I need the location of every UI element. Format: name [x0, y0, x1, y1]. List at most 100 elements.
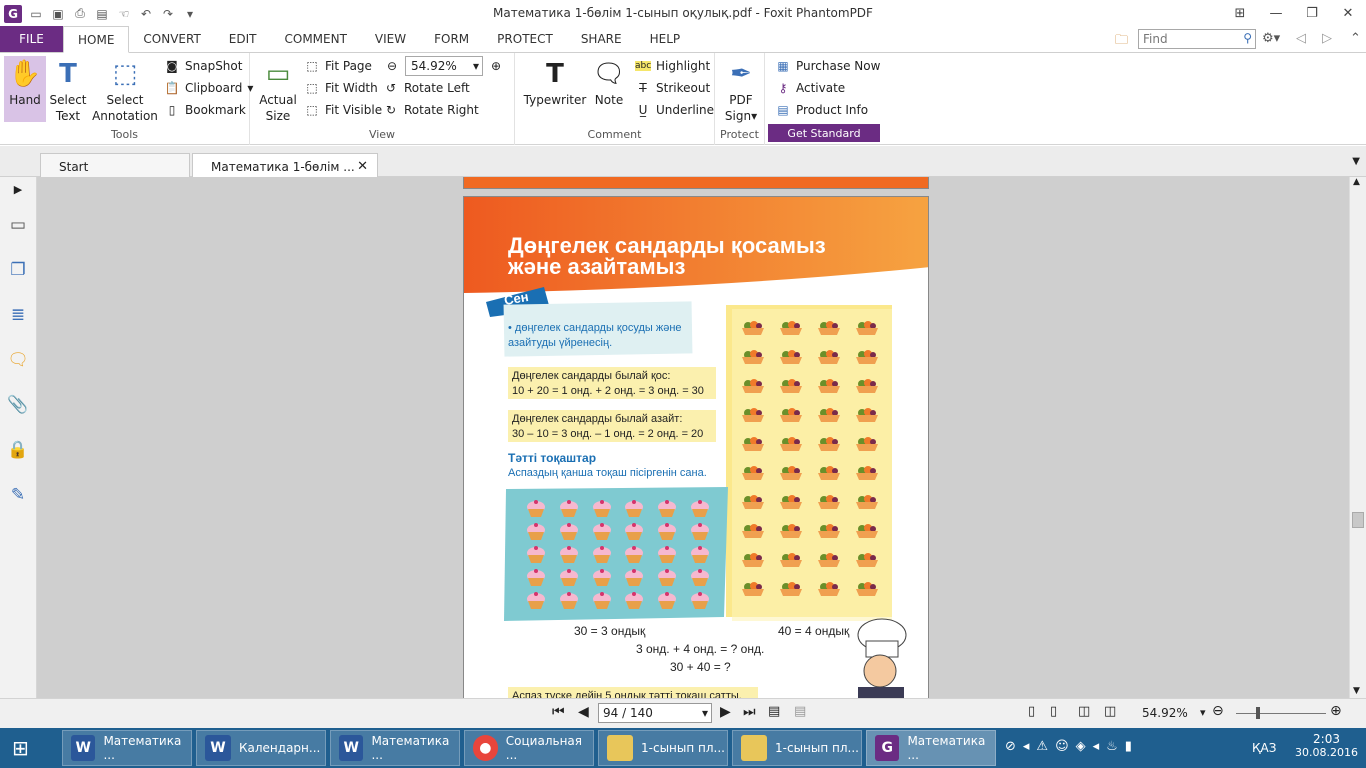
restore-button[interactable]: ❐ [1294, 0, 1330, 26]
cupcake-icon [683, 520, 716, 543]
tab-protect[interactable]: PROTECT [483, 26, 567, 52]
typewriter-button[interactable]: T Typewriter [523, 56, 587, 108]
zoom-slider-track[interactable] [1236, 713, 1326, 714]
tab-help[interactable]: HELP [636, 26, 695, 52]
close-tab-icon[interactable]: ✕ [357, 159, 368, 174]
print-icon[interactable]: ⎙ [72, 6, 88, 22]
tab-share[interactable]: SHARE [567, 26, 636, 52]
next-page-button[interactable]: ▶ [720, 704, 731, 720]
taskbar-item-word1[interactable]: W Математика ... [62, 730, 192, 766]
tab-file[interactable]: FILE [0, 26, 63, 52]
windows-start-icon[interactable]: ⊞ [12, 736, 29, 760]
clipboard-button[interactable]: 📋 Clipboard ▾ [164, 78, 254, 98]
customize-icon[interactable]: ▾ [182, 6, 198, 22]
fit-visible-button[interactable]: ⬚ Fit Visible [304, 100, 382, 120]
strikeout-button[interactable]: T̶ Strikeout [635, 78, 710, 98]
next-result-icon[interactable]: ▷ [1322, 31, 1332, 46]
underline-button[interactable]: U̲ Underline [635, 100, 714, 120]
snapshot-button[interactable]: ◙ SnapShot [164, 56, 242, 76]
tab-comment[interactable]: COMMENT [271, 26, 361, 52]
page-number-input[interactable]: 94 / 140 ▾ [598, 703, 712, 723]
tab-view[interactable]: VIEW [361, 26, 420, 52]
get-standard-button[interactable]: Get Standard [768, 124, 880, 142]
continuous-facing-icon[interactable]: ◫ [1104, 704, 1116, 719]
tab-start[interactable]: Start [40, 153, 190, 177]
bookmark-button[interactable]: ▯ Bookmark [164, 100, 246, 120]
app-icon[interactable]: G [4, 4, 22, 23]
search-icon[interactable]: ⚲ [1243, 31, 1252, 45]
attachments-icon[interactable]: 📎 [6, 393, 30, 417]
gear-icon[interactable]: ⚙▾ [1262, 31, 1280, 46]
layers-icon[interactable]: ❐ [6, 258, 30, 282]
minimize-button[interactable]: — [1258, 0, 1294, 26]
tab-list-icon[interactable]: ▼ [1352, 156, 1360, 167]
zoom-select[interactable]: 54.92% ▾ [405, 56, 483, 76]
purchase-now-button[interactable]: ▦ Purchase Now [775, 56, 880, 76]
actual-size-button[interactable]: ▭ Actual Size [258, 56, 298, 124]
rotate-left-button[interactable]: ↺ Rotate Left [383, 78, 470, 98]
collapse-ribbon-icon[interactable]: ⌃ [1350, 31, 1361, 46]
zoom-in-icon[interactable]: ⊕ [1330, 703, 1342, 719]
tab-convert[interactable]: CONVERT [129, 26, 214, 52]
save-icon[interactable]: ▣ [50, 6, 66, 22]
comments-icon[interactable]: 🗨 [6, 348, 30, 372]
previous-page-button[interactable]: ◀ [578, 704, 589, 720]
tab-home[interactable]: HOME [63, 26, 130, 53]
vertical-scrollbar[interactable]: ▲ ▼ [1349, 177, 1366, 698]
extract-page-icon[interactable]: ▤ [768, 704, 780, 719]
insert-page-icon[interactable]: ▤ [794, 704, 806, 719]
scroll-up-icon[interactable]: ▲ [1353, 177, 1360, 187]
single-page-icon[interactable]: ▯ [1028, 704, 1035, 719]
chevron-down-icon[interactable]: ▾ [1200, 706, 1206, 719]
tab-document[interactable]: Математика 1-бөлім ... ✕ [192, 153, 378, 177]
open-icon[interactable]: ▭ [28, 6, 44, 22]
system-tray-icons[interactable]: ⊘◂⚠☺◈◂♨▮ [1005, 739, 1139, 754]
document-viewport[interactable]: Дөңгелек сандарды қосамыз және азайтамыз… [37, 177, 1349, 698]
close-button[interactable]: ✕ [1330, 0, 1366, 26]
language-indicator[interactable]: ҚАЗ [1252, 741, 1276, 755]
tab-edit[interactable]: EDIT [215, 26, 271, 52]
grid-icon[interactable]: ⊞ [1222, 0, 1258, 26]
find-input[interactable]: Find ⚲ [1138, 29, 1256, 49]
prev-result-icon[interactable]: ◁ [1296, 31, 1306, 46]
zoom-out-icon[interactable]: ⊖ [1212, 703, 1224, 719]
folder-search-icon[interactable]: 🗀 [1115, 31, 1128, 53]
taskbar-item-folder2[interactable]: 1-сынып пл... [732, 730, 862, 766]
activate-button[interactable]: ⚷ Activate [775, 78, 846, 98]
facing-page-icon[interactable]: ◫ [1078, 704, 1090, 719]
scroll-down-icon[interactable]: ▼ [1353, 686, 1360, 696]
select-text-button[interactable]: T Select Text [48, 56, 88, 124]
properties-icon[interactable]: ▤ [94, 6, 110, 22]
continuous-page-icon[interactable]: ▯ [1050, 704, 1057, 719]
expand-panel-icon[interactable]: ▶ [6, 177, 30, 201]
redo-icon[interactable]: ↷ [160, 6, 176, 22]
taskbar-item-folder1[interactable]: 1-сынып пл... [598, 730, 728, 766]
last-page-button[interactable]: ⏭ [743, 704, 756, 720]
taskbar-item-word2[interactable]: W Календарн... [196, 730, 326, 766]
bookmarks-icon[interactable]: ≣ [6, 303, 30, 327]
fit-width-button[interactable]: ⬚ Fit Width [304, 78, 377, 98]
signatures-icon[interactable]: ✎ [6, 483, 30, 507]
fit-page-button[interactable]: ⬚ Fit Page [304, 56, 372, 76]
clock[interactable]: 2:03 30.08.2016 [1295, 732, 1358, 759]
taskbar-item-foxit[interactable]: G Математика ... [866, 730, 996, 766]
pdf-sign-button[interactable]: ✒ PDF Sign▾ [721, 56, 761, 124]
highlight-button[interactable]: abc Highlight [635, 56, 710, 76]
first-page-button[interactable]: ⏮ [552, 704, 565, 720]
tab-form[interactable]: FORM [420, 26, 483, 52]
select-annotation-button[interactable]: ⬚ Select Annotation [92, 56, 158, 124]
rotate-right-button[interactable]: ↻ Rotate Right [383, 100, 479, 120]
page-thumbnails-icon[interactable]: ▭ [6, 213, 30, 237]
zoom-out-button[interactable]: ⊖ [384, 56, 400, 76]
undo-icon[interactable]: ↶ [138, 6, 154, 22]
scroll-thumb[interactable] [1352, 512, 1364, 528]
zoom-slider-handle[interactable] [1256, 707, 1260, 719]
zoom-in-button[interactable]: ⊕ [488, 56, 504, 76]
hand-icon[interactable]: ☜ [116, 6, 132, 22]
taskbar-item-chrome[interactable]: ● Социальная ... [464, 730, 594, 766]
taskbar-item-word3[interactable]: W Математика ... [330, 730, 460, 766]
note-button[interactable]: 🗨 Note [591, 56, 627, 108]
security-icon[interactable]: 🔒 [6, 438, 30, 462]
product-info-button[interactable]: ▤ Product Info [775, 100, 868, 120]
hand-button[interactable]: ✋ Hand [4, 56, 46, 122]
